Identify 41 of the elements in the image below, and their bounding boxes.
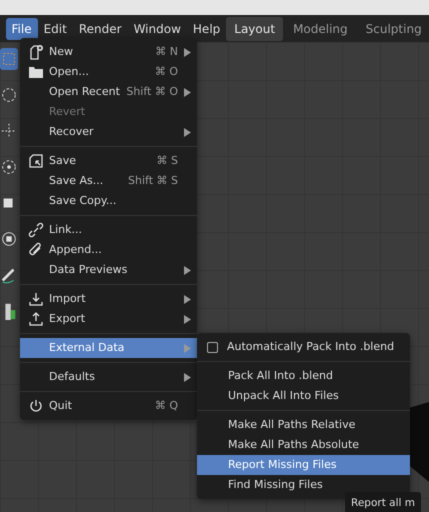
workspace-tab[interactable]: Sculpting xyxy=(358,16,429,40)
menu-item[interactable]: Edit xyxy=(38,18,73,40)
menu-item[interactable]: Save Copy... xyxy=(20,191,197,211)
menu-item[interactable]: Open Recent Shift ⌘ O xyxy=(20,82,197,102)
workspace-tab[interactable]: Modeling xyxy=(285,16,356,40)
menu-item[interactable]: External Data xyxy=(20,338,197,358)
menu-item[interactable]: Defaults xyxy=(20,367,197,387)
menu-item[interactable]: Link... xyxy=(20,220,197,240)
power-icon xyxy=(28,398,44,414)
menu-item[interactable]: Export xyxy=(20,309,197,329)
menu-item[interactable]: Open... ⌘ O xyxy=(20,62,197,82)
menu-item[interactable]: Report Missing Files xyxy=(197,455,410,475)
menu-item[interactable]: Save As... Shift ⌘ S xyxy=(20,171,197,191)
menu-item[interactable]: Append... xyxy=(20,240,197,260)
paperclip-icon xyxy=(28,242,44,258)
save-icon xyxy=(28,153,44,169)
menu-item[interactable]: Find Missing Files xyxy=(197,475,410,495)
link-icon xyxy=(28,222,44,238)
menu-item[interactable]: Help xyxy=(186,18,226,40)
menu-item[interactable]: Window xyxy=(128,18,187,40)
import-icon xyxy=(28,291,44,307)
menu-item[interactable]: Import xyxy=(20,289,197,309)
menu-item[interactable]: New ⌘ N xyxy=(20,42,197,62)
menu-item[interactable]: Data Previews xyxy=(20,260,197,280)
menu-item[interactable]: Render xyxy=(72,18,128,40)
menu-item[interactable]: File xyxy=(6,18,38,40)
menu-item[interactable]: Make All Paths Relative xyxy=(197,415,410,435)
tooltip: Report all m xyxy=(345,492,421,512)
checkbox[interactable] xyxy=(207,342,218,352)
new-file-icon xyxy=(28,44,44,60)
menu-item[interactable]: Unpack All Into Files xyxy=(197,386,410,406)
menu-item[interactable]: Make All Paths Absolute xyxy=(197,435,410,455)
menu-item[interactable]: Recover xyxy=(20,122,197,142)
select-box-icon xyxy=(0,48,18,70)
workspace-tab[interactable]: Layout xyxy=(226,16,284,40)
menu-item[interactable]: Quit ⌘ Q xyxy=(20,396,197,416)
menu-item[interactable]: Automatically Pack Into .blend xyxy=(197,337,410,357)
export-icon xyxy=(28,311,44,327)
folder-icon xyxy=(28,64,44,80)
menu-item[interactable]: Pack All Into .blend xyxy=(197,366,410,386)
menu-item[interactable]: Save ⌘ S xyxy=(20,151,197,171)
